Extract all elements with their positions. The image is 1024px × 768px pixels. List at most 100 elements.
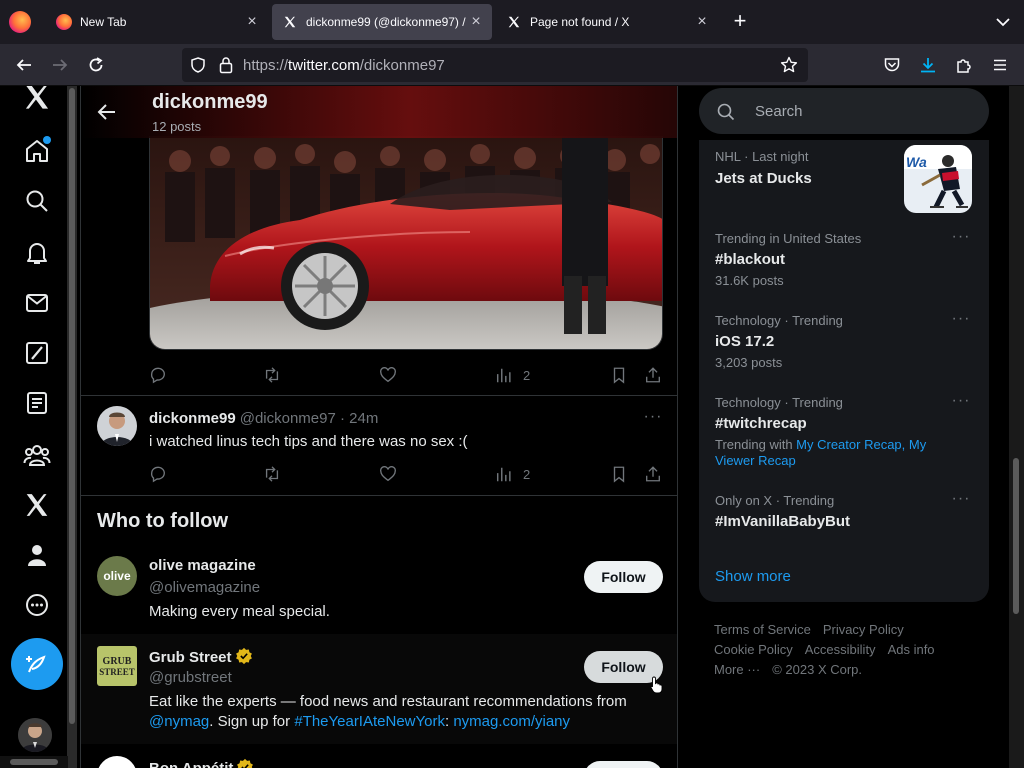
tweet-author-name[interactable]: dickonme99 <box>149 410 236 427</box>
views-icon[interactable]: 2 <box>495 464 530 484</box>
repost-icon[interactable] <box>263 464 281 484</box>
forward-icon[interactable] <box>48 53 72 77</box>
views-icon[interactable]: 2 <box>495 365 530 385</box>
share-icon[interactable] <box>644 464 662 484</box>
horizontal-scrollbar[interactable] <box>0 756 68 768</box>
nav-grok-icon[interactable] <box>22 338 52 368</box>
page-scrollbar[interactable] <box>1009 86 1024 768</box>
repost-icon[interactable] <box>263 365 281 385</box>
footer-link[interactable]: Ads info <box>888 642 935 657</box>
mention-link[interactable]: @nymag <box>149 713 209 730</box>
chevron-down-icon[interactable] <box>992 12 1014 32</box>
nav-communities-icon[interactable] <box>22 440 52 470</box>
trends-panel: NHL · Last night Jets at Ducks Wa Trendi… <box>699 140 989 602</box>
footer-link[interactable]: Cookie Policy <box>714 642 793 657</box>
hamburger-menu-icon[interactable] <box>988 53 1012 77</box>
suggestion-grub-street[interactable]: GRUB STREET Grub Street @grubstreet Follo… <box>81 634 677 744</box>
footer-link[interactable]: Accessibility <box>805 642 876 657</box>
suggestion-avatar[interactable]: olive <box>97 556 137 596</box>
trend-item[interactable]: Technology · Trending #twitchrecap Trend… <box>699 386 989 484</box>
hashtag-link[interactable]: #TheYearIAteNewYork <box>294 713 445 730</box>
profile-timeline: dickonme99 12 posts 2 dickonme99 @dickon… <box>80 86 678 768</box>
suggestion-avatar[interactable]: GRUB STREET <box>97 646 137 686</box>
back-arrow-icon[interactable] <box>95 100 119 124</box>
url-bar[interactable]: https://twitter.com/dickonme97 <box>182 48 808 82</box>
url-text[interactable]: https://twitter.com/dickonme97 <box>243 57 445 74</box>
browser-toolbar: https://twitter.com/dickonme97 <box>0 44 1024 86</box>
trend-item[interactable]: Trending in United States #blackout 31.6… <box>699 222 989 304</box>
more-options-icon[interactable]: ··· <box>951 311 971 332</box>
scrollbar-thumb[interactable] <box>1013 458 1019 614</box>
trend-related-link[interactable]: My Creator Recap <box>796 437 901 452</box>
compose-post-button[interactable] <box>11 638 63 690</box>
suggestion-avatar[interactable] <box>97 756 137 768</box>
pocket-icon[interactable] <box>880 53 904 77</box>
firefox-menu-icon[interactable] <box>9 11 31 33</box>
account-avatar[interactable] <box>18 718 52 752</box>
tweet-author-meta[interactable]: @dickonme97 · 24m <box>240 410 379 427</box>
footer-link[interactable]: Privacy Policy <box>823 622 904 637</box>
suggestion-bon-appetit[interactable]: Bon Appétit <box>81 744 677 768</box>
suggestion-name[interactable]: Grub Street <box>149 647 253 666</box>
reply-icon[interactable] <box>149 464 167 484</box>
show-more-link[interactable]: Show more <box>715 568 791 585</box>
nav-notifications-icon[interactable] <box>22 238 52 268</box>
close-tab-icon[interactable]: × <box>468 14 484 30</box>
more-options-icon[interactable]: ··· <box>643 409 663 430</box>
like-icon[interactable] <box>379 464 397 484</box>
footer-link[interactable]: More ··· <box>714 662 760 677</box>
svg-text:STREET: STREET <box>99 667 135 677</box>
url-link[interactable]: nymag.com/yiany <box>453 713 570 730</box>
more-options-icon[interactable]: ··· <box>951 229 971 250</box>
bookmark-icon[interactable] <box>610 365 628 385</box>
suggestion-name[interactable]: Bon Appétit <box>149 758 254 768</box>
nav-messages-icon[interactable] <box>22 288 52 318</box>
follow-button[interactable] <box>584 761 663 768</box>
share-icon[interactable] <box>644 365 662 385</box>
suggestion-handle[interactable]: @grubstreet <box>149 669 232 686</box>
shield-icon[interactable] <box>190 57 206 78</box>
follow-button[interactable]: Follow <box>584 561 663 593</box>
bookmark-icon[interactable] <box>610 464 628 484</box>
more-options-icon[interactable]: ··· <box>951 393 971 414</box>
trend-item[interactable]: NHL · Last night Jets at Ducks Wa <box>699 140 989 220</box>
reload-icon[interactable] <box>84 53 108 77</box>
new-tab-button[interactable]: + <box>728 10 752 34</box>
back-icon[interactable] <box>12 53 36 77</box>
tab-new-tab[interactable]: New Tab × <box>46 4 268 40</box>
tab-profile[interactable]: dickonme99 (@dickonme97) / X × <box>272 4 492 40</box>
nav-home-icon[interactable] <box>22 136 52 166</box>
tab-page-not-found[interactable]: Page not found / X × <box>496 4 718 40</box>
scrollbar-thumb[interactable] <box>69 88 75 724</box>
more-options-icon[interactable]: ··· <box>951 491 971 512</box>
trend-item[interactable]: Technology · Trending iOS 17.2 3,203 pos… <box>699 304 989 386</box>
scrollbar-thumb[interactable] <box>10 759 58 765</box>
footer-link[interactable]: Terms of Service <box>714 622 811 637</box>
suggestion-handle[interactable]: @olivemagazine <box>149 579 260 596</box>
downloads-icon[interactable] <box>916 53 940 77</box>
nav-explore-icon[interactable] <box>22 186 52 216</box>
bookmark-star-icon[interactable] <box>780 56 798 79</box>
left-scrollbar[interactable] <box>67 86 77 768</box>
search-input[interactable]: Search <box>699 88 989 134</box>
nav-lists-icon[interactable] <box>22 388 52 418</box>
trend-item[interactable]: Only on X · Trending #ImVanillaBabyBut ·… <box>699 484 989 548</box>
extensions-icon[interactable] <box>952 53 976 77</box>
close-tab-icon[interactable]: × <box>694 14 710 30</box>
close-tab-icon[interactable]: × <box>244 14 260 30</box>
divider <box>81 395 677 396</box>
x-logo-icon[interactable] <box>22 86 52 112</box>
nav-premium-x-icon[interactable] <box>22 490 52 520</box>
suggestion-olive-magazine[interactable]: olive olive magazine @olivemagazine Foll… <box>81 544 677 634</box>
reply-icon[interactable] <box>149 365 167 385</box>
like-icon[interactable] <box>379 365 397 385</box>
trend-name: #ImVanillaBabyBut <box>715 513 851 530</box>
trend-thumbnail[interactable]: Wa <box>904 145 972 213</box>
tweet-media-photo[interactable] <box>149 136 663 350</box>
lock-icon[interactable] <box>218 56 234 79</box>
suggestion-name[interactable]: olive magazine <box>149 557 256 574</box>
nav-more-icon[interactable] <box>22 590 52 620</box>
tweet-author-avatar[interactable] <box>97 406 137 446</box>
nav-profile-icon[interactable] <box>22 540 52 570</box>
x-logo-icon <box>282 14 298 30</box>
